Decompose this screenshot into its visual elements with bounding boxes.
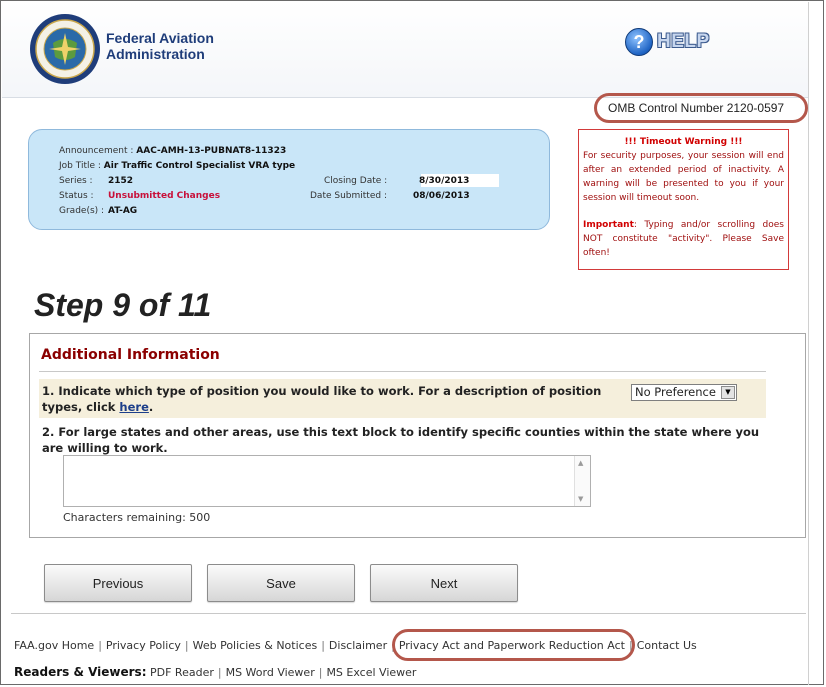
step-indicator: Step 9 of 11 <box>34 287 212 323</box>
footer-link-privacy-policy[interactable]: Privacy Policy <box>106 639 181 652</box>
footer-separator: | <box>321 639 325 652</box>
announcement-row: Announcement : AAC-AMH-13-PUBNAT8-11323 <box>59 146 286 156</box>
section-divider <box>39 371 766 372</box>
reader-link-excel[interactable]: MS Excel Viewer <box>326 666 416 679</box>
position-types-link[interactable]: here <box>119 400 148 414</box>
series-value: 2152 <box>108 176 134 186</box>
timeout-important-label: Important <box>583 220 634 230</box>
counties-textarea[interactable]: ▲ ▼ <box>63 455 591 507</box>
footer-separator: | <box>98 639 102 652</box>
question-1-text: 1. Indicate which type of position you w… <box>42 383 617 415</box>
date-submitted-value: 08/06/2013 <box>413 191 470 201</box>
job-title-value: Air Traffic Control Specialist VRA type <box>103 161 296 171</box>
footer-separator: | <box>318 666 323 679</box>
job-summary-panel: Announcement : AAC-AMH-13-PUBNAT8-11323 … <box>28 129 550 230</box>
annotation-ring-omb <box>594 93 808 123</box>
grade-label: Grade(s) : <box>59 206 105 216</box>
announcement-label: Announcement : <box>59 146 134 156</box>
timeout-warning-body: For security purposes, your session will… <box>583 151 784 203</box>
timeout-important-note: Important: Typing and/or scrolling does … <box>583 218 784 260</box>
status-label: Status : <box>59 191 94 201</box>
date-submitted-label: Date Submitted : <box>310 191 387 201</box>
help-label: HELP <box>657 31 710 52</box>
grade-value: AT-AG <box>108 206 138 216</box>
footer-link-disclaimer[interactable]: Disclaimer <box>329 639 387 652</box>
timeout-warning-box: !!! Timeout Warning !!! For security pur… <box>578 129 789 270</box>
footer-separator: | <box>217 666 222 679</box>
announcement-value: AAC-AMH-13-PUBNAT8-11323 <box>136 146 287 156</box>
save-button[interactable]: Save <box>207 564 355 602</box>
timeout-warning-title: !!! Timeout Warning !!! <box>624 137 743 147</box>
question-1-row: 1. Indicate which type of position you w… <box>39 379 766 418</box>
reader-link-pdf[interactable]: PDF Reader <box>150 666 214 679</box>
help-button[interactable]: ? HELP <box>625 27 710 57</box>
job-title-row: Job Title : Air Traffic Control Speciali… <box>59 161 295 171</box>
textarea-scrollbar[interactable]: ▲ ▼ <box>574 456 590 506</box>
reader-link-word[interactable]: MS Word Viewer <box>226 666 315 679</box>
footer-divider <box>11 613 806 614</box>
closing-date-value: 8/30/2013 <box>419 176 470 186</box>
footer-link-web-policies[interactable]: Web Policies & Notices <box>193 639 318 652</box>
status-value: Unsubmitted Changes <box>108 191 221 201</box>
position-type-select[interactable]: No Preference ▼ <box>631 384 737 401</box>
agency-name-line1: Federal Aviation <box>106 30 214 46</box>
chevron-down-icon: ▼ <box>721 386 735 399</box>
characters-remaining: Characters remaining: 500 <box>63 511 211 524</box>
browser-frame: Federal Aviation Administration ? HELP O… <box>0 0 824 685</box>
next-button[interactable]: Next <box>370 564 518 602</box>
agency-name-line2: Administration <box>106 46 205 62</box>
previous-button[interactable]: Previous <box>44 564 192 602</box>
page-header: Federal Aviation Administration ? HELP <box>2 2 808 98</box>
agency-name: Federal Aviation Administration <box>106 30 214 62</box>
faa-seal-logo <box>30 14 100 84</box>
question-1-end: . <box>148 400 154 414</box>
readers-label: Readers & Viewers: <box>14 665 147 679</box>
annotation-ring-privacy-act <box>392 629 635 661</box>
position-type-selected: No Preference <box>635 385 716 399</box>
series-label: Series : <box>59 176 93 186</box>
scroll-down-icon: ▼ <box>578 495 584 503</box>
scroll-up-icon: ▲ <box>578 459 584 467</box>
footer-separator: | <box>184 639 189 652</box>
help-icon: ? <box>625 28 653 56</box>
closing-date-label: Closing Date : <box>324 176 388 186</box>
question-2-text: 2. For large states and other areas, use… <box>42 425 760 455</box>
job-title-label: Job Title : <box>59 161 101 171</box>
additional-information-section: Additional Information 1. Indicate which… <box>29 333 806 538</box>
footer-link-faa-home[interactable]: FAA.gov Home <box>14 639 94 652</box>
scrollbar-track-edge <box>808 2 809 685</box>
section-title: Additional Information <box>41 347 220 363</box>
footer-link-contact-us[interactable]: Contact Us <box>637 639 697 652</box>
readers-viewers: Readers & Viewers: PDF Reader | MS Word Vi… <box>14 665 416 679</box>
